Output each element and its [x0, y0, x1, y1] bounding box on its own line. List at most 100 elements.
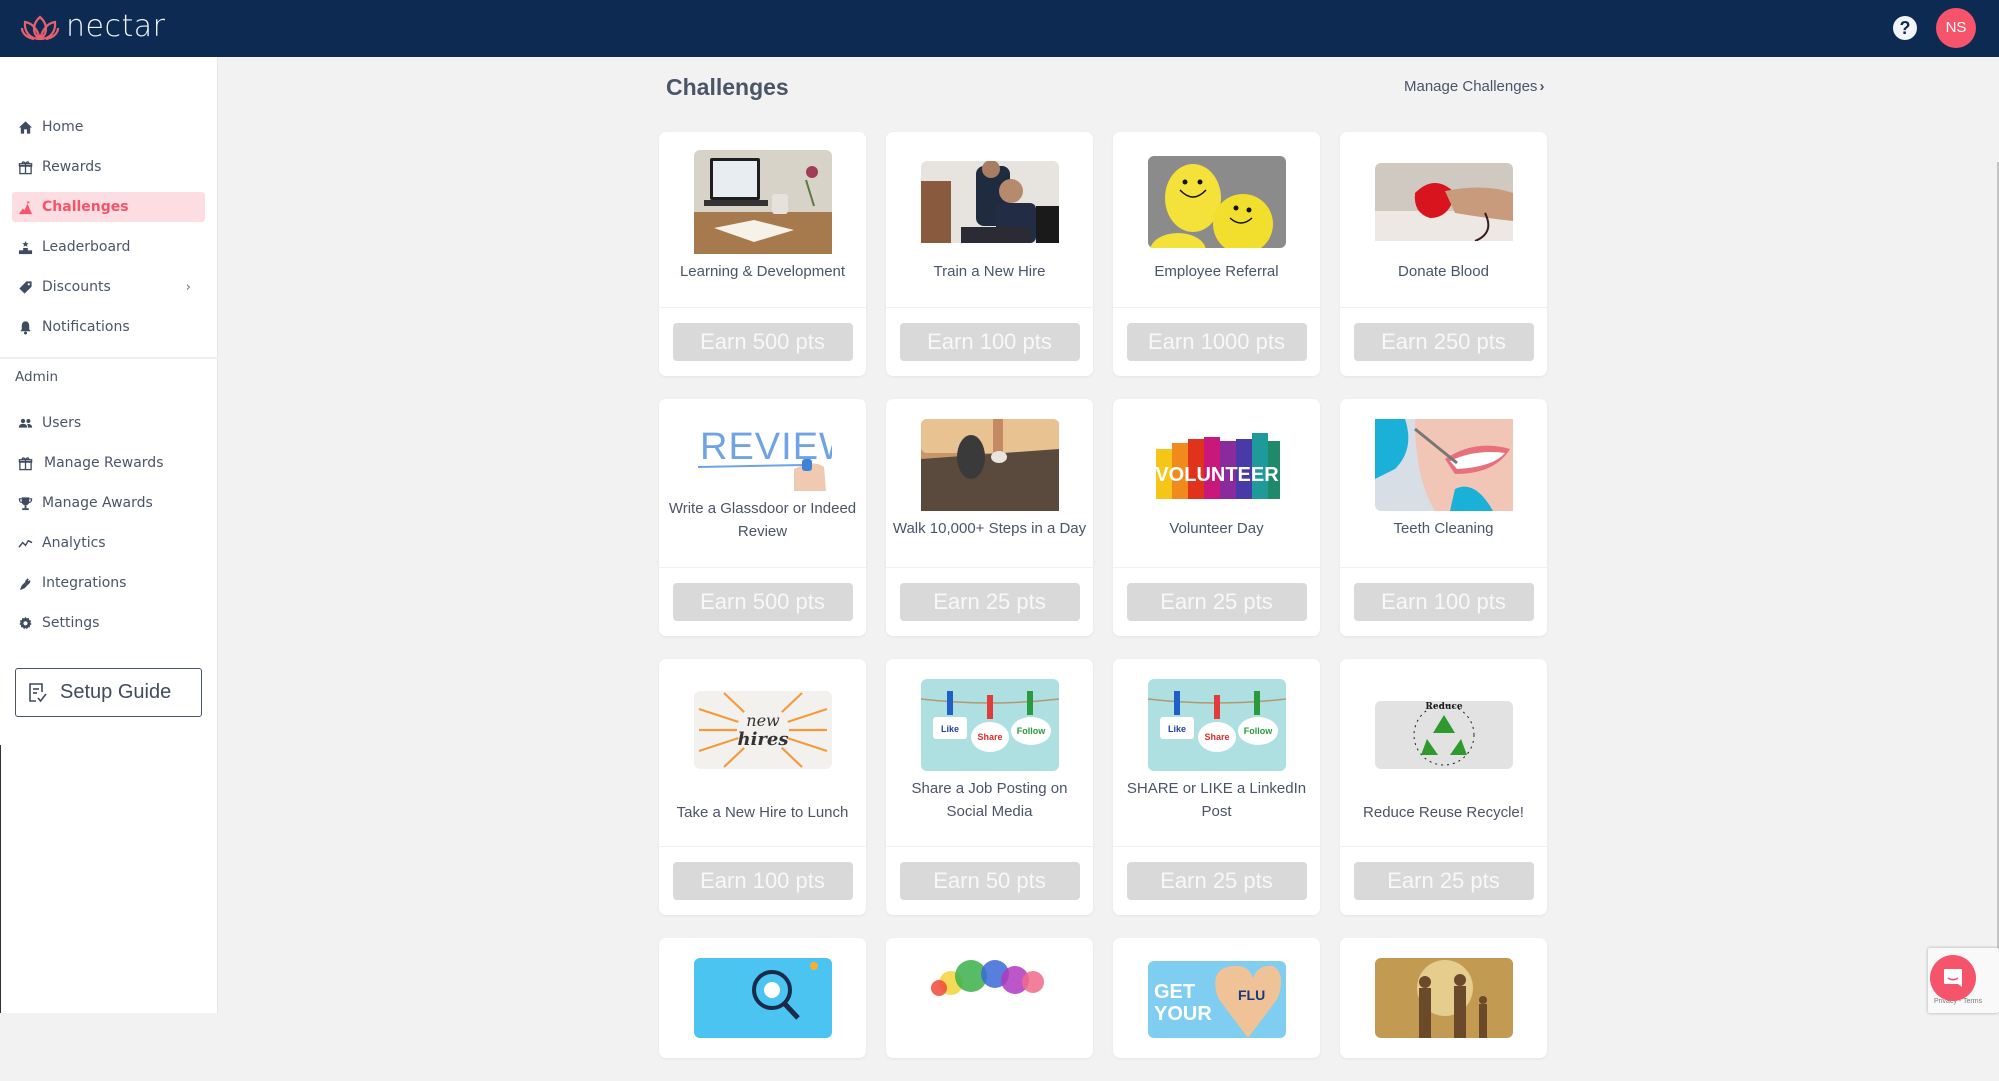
sidebar-item-label: Settings [42, 615, 100, 631]
sidebar-item-analytics[interactable]: Analytics [12, 528, 205, 558]
checklist-icon [29, 682, 47, 702]
podium-icon [16, 238, 34, 256]
challenge-card[interactable] [886, 938, 1093, 1058]
earn-points-button[interactable]: Earn 25 pts [899, 583, 1080, 621]
sidebar-item-label: Users [42, 415, 82, 431]
challenge-card[interactable]: new hires Take a New Hire to Lunch Earn 1… [659, 659, 866, 915]
mountain-flag-icon [16, 198, 34, 216]
trophy-icon [16, 494, 34, 512]
nectar-logo[interactable]: nectar [20, 10, 165, 44]
blood-donation-photo [1374, 150, 1513, 254]
earn-points-button[interactable]: Earn 50 pts [899, 862, 1080, 900]
sidebar-item-notifications[interactable]: Notifications [12, 312, 205, 342]
bell-icon [16, 318, 34, 336]
follow-label: Follow [1016, 726, 1045, 736]
sidebar-item-label: Home [42, 119, 84, 135]
challenge-title: Reduce Reuse Recycle! [1363, 804, 1524, 821]
brand-name: nectar [66, 9, 166, 44]
sidebar-item-rewards[interactable]: Rewards [12, 152, 205, 182]
follow-label: Follow [1243, 726, 1272, 736]
svg-text:YOUR: YOUR [1154, 1003, 1212, 1025]
sidebar-item-home[interactable]: Home [12, 112, 205, 142]
main-nav: Home Rewards Challenges Leaderboard Disc… [12, 112, 205, 352]
setup-guide-button[interactable]: Setup Guide [15, 668, 202, 717]
chat-launcher-button[interactable] [1930, 955, 1976, 1001]
challenge-title: Walk 10,000+ Steps in a Day [892, 520, 1087, 537]
sidebar-item-users[interactable]: Users [12, 408, 205, 438]
challenge-title: Train a New Hire [933, 263, 1046, 280]
challenge-card[interactable]: Donate Blood Earn 250 pts [1340, 132, 1547, 376]
challenge-card[interactable] [659, 938, 866, 1058]
sidebar-item-label: Integrations [42, 575, 127, 591]
challenge-title: Share a Job Posting on Social Media [911, 780, 1068, 820]
challenge-card[interactable]: Reduce Reduce Reuse Recycle! Earn 25 pts [1340, 659, 1547, 915]
manage-challenges-link[interactable]: Manage Challenges › [1404, 78, 1544, 95]
user-avatar[interactable]: NS [1936, 8, 1976, 48]
challenge-card[interactable]: Walk 10,000+ Steps in a Day Earn 25 pts [886, 399, 1093, 636]
tag-icon [16, 278, 34, 296]
help-button[interactable]: ? [1893, 16, 1917, 40]
sidebar-item-label: Challenges [42, 199, 129, 215]
challenge-card[interactable] [1340, 938, 1547, 1058]
earn-points-button[interactable]: Earn 100 pts [1353, 583, 1534, 621]
earn-points-button[interactable]: Earn 1000 pts [1126, 323, 1307, 361]
sidebar-item-settings[interactable]: Settings [12, 608, 205, 638]
share-label: Share [1204, 732, 1229, 742]
sidebar-item-integrations[interactable]: Integrations [12, 568, 205, 598]
challenge-card[interactable]: Learning & Development Earn 500 pts [659, 132, 866, 376]
chevron-right-icon[interactable]: › [186, 280, 191, 295]
earn-points-button[interactable]: Earn 100 pts [672, 862, 853, 900]
challenge-title: Employee Referral [1154, 263, 1279, 280]
sidebar-item-discounts[interactable]: Discounts › [12, 272, 205, 302]
svg-text:new: new [746, 711, 780, 730]
gear-icon [16, 614, 34, 632]
window-edge [0, 745, 1, 1013]
sidebar-item-label: Leaderboard [42, 239, 131, 255]
earn-points-button[interactable]: Earn 250 pts [1353, 323, 1534, 361]
challenge-card[interactable]: VOLUNTEER Volunteer Day Earn 25 pts [1113, 399, 1320, 636]
volunteer-text: VOLUNTEER [1155, 464, 1279, 486]
users-icon [16, 414, 34, 432]
new-hires-sunburst-image: new hires [693, 679, 832, 771]
challenge-card[interactable]: Like Share Follow SHARE or LIKE a LinkedIn… [1113, 659, 1320, 915]
sidebar: Home Rewards Challenges Leaderboard Disc… [0, 57, 218, 1013]
sidebar-item-label: Manage Rewards [44, 455, 164, 471]
challenge-card[interactable]: Teeth Cleaning Earn 100 pts [1340, 399, 1547, 636]
earn-points-button[interactable]: Earn 25 pts [1126, 583, 1307, 621]
top-navigation-bar: nectar ? NS [0, 0, 1999, 57]
svg-text:hires: hires [737, 729, 788, 750]
review-text: REVIEW [700, 426, 832, 468]
chat-bubble-icon [1944, 969, 1962, 987]
challenge-card[interactable]: Train a New Hire Earn 100 pts [886, 132, 1093, 376]
plug-icon [16, 574, 34, 592]
challenge-card[interactable]: Like Share Follow Share a Job Posting on S… [886, 659, 1093, 915]
chevron-right-icon: › [1539, 78, 1545, 95]
sidebar-item-label: Notifications [42, 319, 130, 335]
sidebar-item-manage-rewards[interactable]: Manage Rewards [12, 448, 205, 478]
like-share-follow-image: Like Share Follow [920, 679, 1059, 771]
earn-points-button[interactable]: Earn 500 pts [672, 583, 853, 621]
sidebar-item-leaderboard[interactable]: Leaderboard [12, 232, 205, 262]
earn-points-button[interactable]: Earn 500 pts [672, 323, 853, 361]
sidebar-item-label: Analytics [42, 535, 106, 551]
sidebar-item-label: Manage Awards [42, 495, 153, 511]
challenge-title: Teeth Cleaning [1393, 520, 1494, 537]
chart-line-icon [16, 534, 34, 552]
family-silhouette-photo [1374, 958, 1513, 1038]
lotus-logo-icon [20, 15, 60, 41]
earn-points-button[interactable]: Earn 100 pts [899, 323, 1080, 361]
admin-nav: Users Manage Rewards Manage Awards Analy… [12, 408, 205, 648]
earn-points-button[interactable]: Earn 25 pts [1353, 862, 1534, 900]
challenge-title: Write a Glassdoor or Indeed Review [668, 500, 857, 540]
challenge-card[interactable]: Employee Referral Earn 1000 pts [1113, 132, 1320, 376]
earn-points-button[interactable]: Earn 25 pts [1126, 862, 1307, 900]
sidebar-item-label: Discounts [42, 279, 111, 295]
challenge-card[interactable]: REVIEW Write a Glassdoor or Indeed Revie… [659, 399, 866, 636]
challenge-card[interactable]: GET YOUR FLU [1113, 938, 1320, 1058]
svg-text:GET: GET [1154, 981, 1195, 1003]
sidebar-item-challenges[interactable]: Challenges [12, 192, 205, 222]
setup-guide-label: Setup Guide [60, 681, 172, 703]
like-label: Like [1167, 724, 1185, 734]
sidebar-item-manage-awards[interactable]: Manage Awards [12, 488, 205, 518]
sidebar-item-label: Rewards [42, 159, 102, 175]
